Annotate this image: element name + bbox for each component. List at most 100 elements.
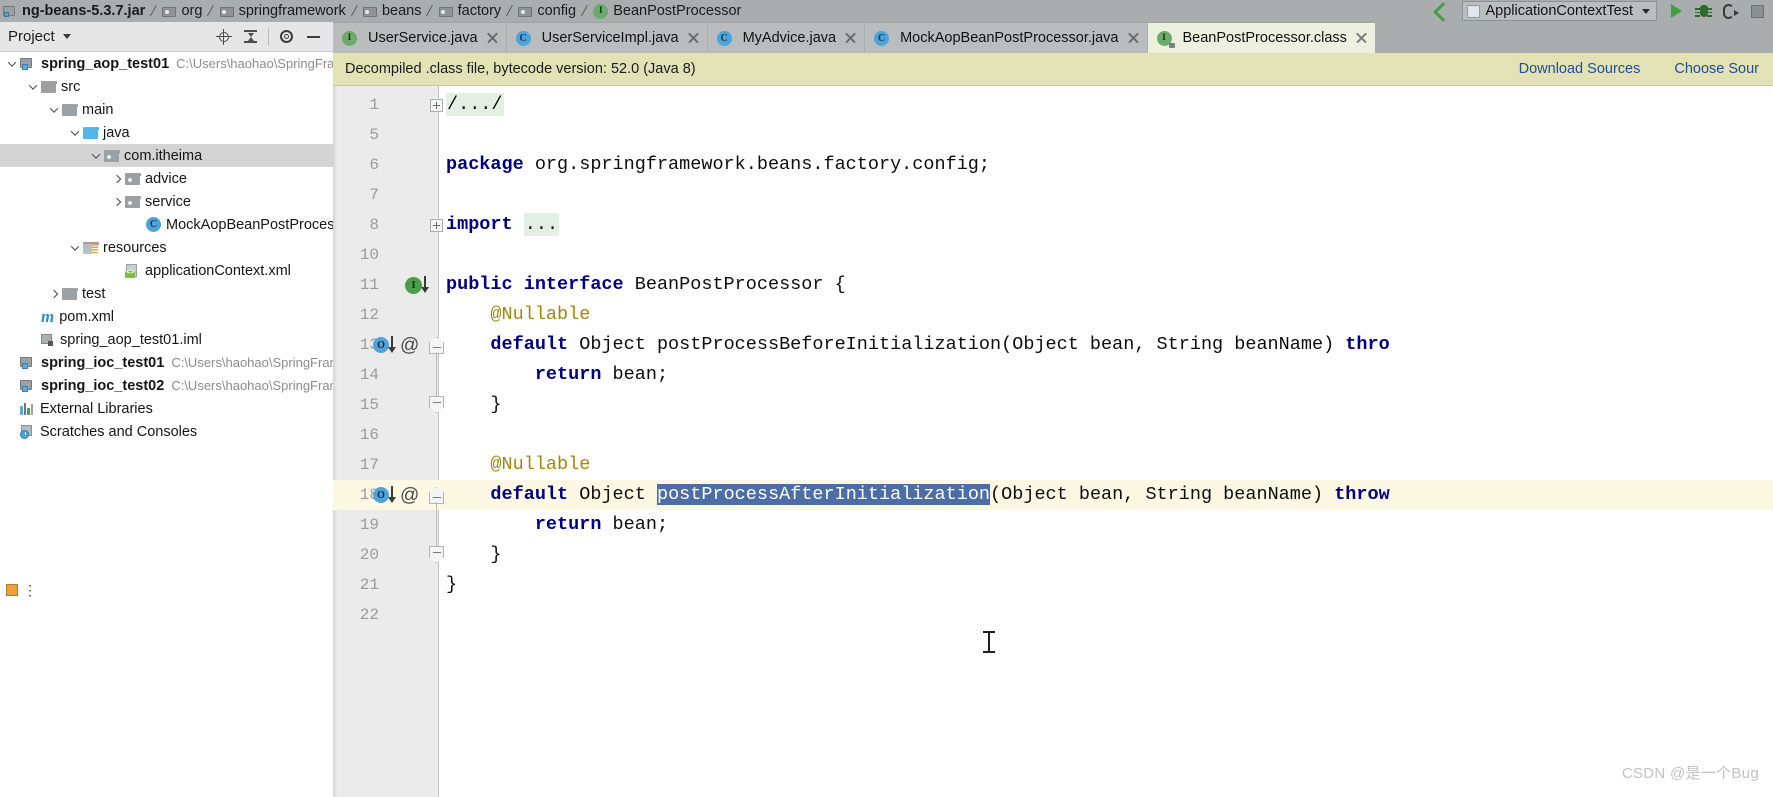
editor-tab-mockaopbeanpostprocessor-java[interactable]: C MockAopBeanPostProcessor.java: [865, 22, 1147, 53]
chevron-right-icon[interactable]: [46, 282, 62, 305]
breadcrumb-item-3[interactable]: beans: [360, 0, 424, 22]
project-tree[interactable]: spring_aop_test01 C:\Users\haohao\SpringF…: [0, 52, 333, 797]
code-line[interactable]: 5: [333, 120, 1773, 150]
code-line[interactable]: 8 import ...: [333, 210, 1773, 240]
editor-tab-userserviceimpl-java[interactable]: C UserServiceImpl.java: [506, 22, 707, 53]
code-line[interactable]: 6 package org.springframework.beans.facto…: [333, 150, 1773, 180]
code-token: default: [490, 484, 569, 505]
breadcrumb-item-6[interactable]: I BeanPostProcessor: [590, 0, 743, 22]
fold-expand-icon[interactable]: [430, 219, 443, 232]
close-icon[interactable]: [845, 32, 857, 44]
breadcrumb-item-label: BeanPostProcessor: [613, 3, 742, 19]
overriding-method-marker[interactable]: O @: [373, 480, 419, 510]
editor-tab-beanpostprocessor-class[interactable]: I BeanPostProcessor.class: [1147, 22, 1375, 53]
chevron-down-icon[interactable]: [67, 121, 83, 144]
stop-button[interactable]: [1744, 0, 1771, 22]
chevron-down-icon[interactable]: [25, 75, 41, 98]
minus-icon: [307, 35, 320, 38]
back-arrow-icon[interactable]: [1430, 0, 1452, 22]
chevron-down-icon[interactable]: [88, 144, 104, 167]
editor-tab-bar[interactable]: I UserService.java C UserServiceImpl.java C M…: [333, 22, 1773, 53]
project-settings-button[interactable]: [273, 24, 300, 50]
package-icon: [438, 5, 453, 18]
tree-item-spring-ioc-test01[interactable]: spring_ioc_test01 C:\Users\haohao\SpringF…: [0, 351, 333, 374]
tree-item-service[interactable]: service: [0, 190, 333, 213]
tree-item-external-libraries[interactable]: External Libraries: [0, 397, 333, 420]
close-icon[interactable]: [1128, 32, 1140, 44]
code-text: package org.springframework.beans.factor…: [446, 150, 990, 180]
code-line[interactable]: 10: [333, 240, 1773, 270]
breadcrumb-item-label: beans: [381, 3, 422, 19]
editor-tab-userservice-java[interactable]: I UserService.java: [333, 22, 506, 53]
editor-tab-myadvice-java[interactable]: C MyAdvice.java: [707, 22, 865, 53]
tree-item-main[interactable]: main: [0, 98, 333, 121]
hide-panel-button[interactable]: [300, 24, 327, 50]
breadcrumb-item-2[interactable]: springframework: [217, 0, 348, 22]
code-token: BeanPostProcessor {: [623, 274, 846, 295]
code-line[interactable]: 22: [333, 600, 1773, 630]
collapse-all-button[interactable]: [237, 24, 264, 50]
tree-item-java[interactable]: java: [0, 121, 333, 144]
tree-item-com-itheima[interactable]: com.itheima: [0, 144, 333, 167]
implemented-interface-marker[interactable]: I: [405, 270, 430, 300]
notification-link-0[interactable]: Download Sources: [1519, 61, 1641, 77]
project-module-icon: [20, 379, 35, 393]
tree-item-spring-aop-test01-iml[interactable]: spring_aop_test01.iml: [0, 328, 333, 351]
notification-link-1[interactable]: Choose Sour: [1674, 61, 1759, 77]
tree-item-applicationcontext-xml[interactable]: applicationContext.xml: [0, 259, 333, 282]
tree-item-scratches-and-consoles[interactable]: Scratches and Consoles: [0, 420, 333, 443]
close-icon[interactable]: [1356, 32, 1368, 44]
breadcrumb-item-0[interactable]: ng-beans-5.3.7.jar: [0, 0, 147, 22]
close-icon[interactable]: [688, 32, 700, 44]
chevron-down-icon[interactable]: [46, 98, 62, 121]
code-line[interactable]: 1 /.../: [333, 90, 1773, 120]
overriding-method-marker[interactable]: O @: [373, 330, 419, 360]
chevron-down-icon[interactable]: [67, 236, 83, 259]
interface-icon: I: [593, 3, 609, 19]
chevron-down-icon[interactable]: [4, 52, 20, 75]
tree-item-resources[interactable]: resources: [0, 236, 333, 259]
code-content[interactable]: 1 /.../ 5 6 package org.springframework.bean…: [333, 86, 1773, 797]
breadcrumb-item-5[interactable]: config: [515, 0, 578, 22]
breadcrumb-item-4[interactable]: factory: [436, 0, 504, 22]
code-line[interactable]: 17 @Nullable: [333, 450, 1773, 480]
debug-button[interactable]: [1690, 0, 1717, 22]
tree-item-mockaopbeanpostprocessor[interactable]: C MockAopBeanPostProcessor: [0, 213, 333, 236]
code-line[interactable]: 20 }: [333, 540, 1773, 570]
code-line[interactable]: 15 }: [333, 390, 1773, 420]
tree-item-spring-aop-test01[interactable]: spring_aop_test01 C:\Users\haohao\SpringF…: [0, 52, 333, 75]
run-with-coverage-button[interactable]: [1717, 0, 1744, 22]
select-opened-file-button[interactable]: [210, 24, 237, 50]
tree-item-label: advice: [145, 170, 187, 187]
code-line[interactable]: 13 default Object postProcessBeforeIniti…: [333, 330, 1773, 360]
code-line[interactable]: 18 default Object postProcessAfterInitia…: [333, 480, 1773, 510]
tree-item-pom-xml[interactable]: m pom.xml: [0, 305, 333, 328]
code-line[interactable]: 14 return bean;: [333, 360, 1773, 390]
code-line[interactable]: 19 return bean;: [333, 510, 1773, 540]
run-configuration-selector[interactable]: ApplicationContextTest: [1461, 1, 1657, 21]
tree-item-label: pom.xml: [59, 308, 115, 325]
chevron-down-icon[interactable]: [62, 34, 71, 39]
code-line[interactable]: 12 @Nullable: [333, 300, 1773, 330]
tree-item-label: com.itheima: [124, 147, 203, 164]
close-icon[interactable]: [487, 32, 499, 44]
tree-item-test[interactable]: test: [0, 282, 333, 305]
more-dots-icon[interactable]: ⋮: [23, 583, 37, 597]
tree-item-advice[interactable]: advice: [0, 167, 333, 190]
code-line[interactable]: 7: [333, 180, 1773, 210]
chevron-right-icon[interactable]: [109, 190, 125, 213]
tree-item-src[interactable]: src: [0, 75, 333, 98]
run-button[interactable]: [1663, 0, 1690, 22]
tree-item-spring-ioc-test02[interactable]: spring_ioc_test02 C:\Users\haohao\SpringF…: [0, 374, 333, 397]
watermark: CSDN @是一个Bug: [1621, 765, 1759, 782]
chevron-right-icon[interactable]: [109, 167, 125, 190]
code-line[interactable]: 21}: [333, 570, 1773, 600]
code-line[interactable]: 11 public interface BeanPostProcessor {: [333, 270, 1773, 300]
code-editor[interactable]: 1 /.../ 5 6 package org.springframework.bean…: [333, 86, 1773, 797]
code-token: ...: [523, 213, 560, 236]
breadcrumb-item-1[interactable]: org: [159, 0, 204, 22]
code-line[interactable]: 16: [333, 420, 1773, 450]
package-folder-icon: [125, 172, 141, 185]
fold-expand-icon[interactable]: [430, 99, 443, 112]
